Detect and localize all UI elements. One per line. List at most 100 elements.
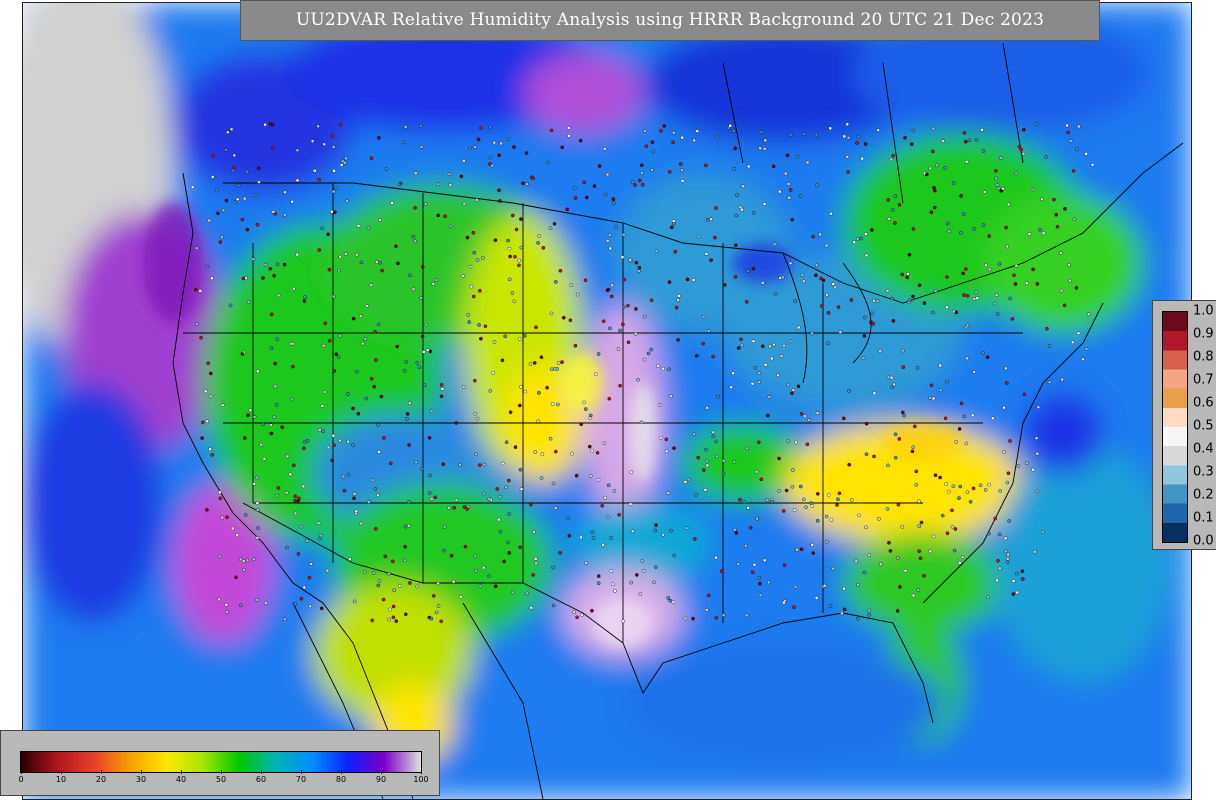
station-marker bbox=[523, 389, 527, 394]
station-marker bbox=[777, 488, 781, 493]
station-marker bbox=[431, 282, 436, 286]
station-marker bbox=[746, 164, 751, 169]
station-marker bbox=[1084, 347, 1089, 351]
station-marker bbox=[994, 293, 999, 297]
station-marker bbox=[317, 177, 322, 182]
observation-colorbar-tick-label: 1.0 bbox=[1193, 303, 1214, 319]
station-marker bbox=[640, 163, 644, 168]
station-marker bbox=[626, 340, 631, 345]
station-marker bbox=[957, 427, 962, 431]
station-marker bbox=[633, 331, 638, 336]
station-marker bbox=[879, 562, 883, 567]
station-marker bbox=[831, 566, 835, 571]
station-marker bbox=[406, 500, 411, 504]
station-marker bbox=[423, 202, 428, 206]
station-marker bbox=[208, 394, 213, 399]
station-marker bbox=[945, 275, 949, 279]
station-marker bbox=[517, 263, 521, 268]
station-marker bbox=[994, 176, 999, 181]
station-marker bbox=[840, 611, 844, 616]
station-marker bbox=[634, 260, 639, 265]
station-marker bbox=[696, 234, 701, 239]
station-marker bbox=[928, 166, 933, 171]
station-marker bbox=[514, 227, 519, 232]
station-marker bbox=[692, 432, 697, 437]
station-marker bbox=[788, 132, 793, 137]
station-marker bbox=[751, 339, 756, 344]
station-marker bbox=[449, 554, 454, 558]
station-marker bbox=[961, 271, 966, 276]
station-marker bbox=[1010, 317, 1015, 321]
station-marker bbox=[826, 341, 831, 346]
station-marker bbox=[672, 446, 676, 451]
station-marker bbox=[575, 615, 579, 620]
station-marker bbox=[829, 518, 834, 522]
station-marker bbox=[802, 132, 807, 136]
station-marker bbox=[506, 540, 511, 545]
station-marker bbox=[363, 337, 368, 341]
station-marker bbox=[770, 499, 774, 504]
station-marker bbox=[539, 476, 544, 480]
station-marker bbox=[200, 436, 204, 440]
station-marker bbox=[762, 147, 767, 151]
station-marker bbox=[1013, 282, 1018, 286]
station-marker bbox=[205, 419, 209, 424]
station-marker bbox=[603, 192, 608, 197]
station-marker bbox=[790, 217, 795, 222]
rh-colorbar-tickmark bbox=[261, 770, 262, 774]
station-marker bbox=[691, 616, 695, 621]
station-marker bbox=[334, 186, 338, 191]
station-marker bbox=[1038, 227, 1042, 232]
station-marker bbox=[903, 568, 908, 573]
station-marker bbox=[332, 169, 336, 173]
station-marker bbox=[562, 315, 566, 320]
station-marker bbox=[1063, 206, 1067, 211]
station-marker bbox=[752, 211, 756, 215]
station-marker bbox=[837, 491, 842, 496]
station-marker bbox=[380, 268, 384, 273]
station-marker bbox=[695, 129, 700, 133]
station-marker bbox=[917, 549, 922, 554]
station-marker bbox=[253, 193, 258, 197]
station-marker bbox=[911, 294, 915, 299]
station-marker bbox=[933, 473, 938, 478]
station-marker bbox=[753, 365, 758, 370]
station-marker bbox=[419, 296, 423, 300]
station-marker bbox=[870, 228, 874, 232]
station-marker bbox=[1012, 273, 1016, 278]
station-marker bbox=[644, 144, 649, 148]
station-marker bbox=[1002, 405, 1006, 410]
station-marker bbox=[479, 336, 483, 341]
station-marker bbox=[262, 456, 267, 461]
station-marker bbox=[330, 458, 335, 463]
station-marker bbox=[491, 370, 496, 375]
station-marker bbox=[582, 180, 587, 185]
station-marker bbox=[714, 439, 719, 444]
rh-analysis-map bbox=[22, 2, 1192, 800]
station-marker bbox=[842, 607, 847, 612]
station-marker bbox=[965, 323, 970, 328]
station-marker bbox=[964, 139, 968, 144]
station-marker bbox=[1084, 151, 1088, 156]
station-marker bbox=[971, 486, 976, 491]
station-marker bbox=[621, 322, 625, 327]
station-marker bbox=[462, 201, 467, 206]
station-marker bbox=[510, 590, 515, 595]
station-marker bbox=[695, 353, 699, 358]
station-marker bbox=[981, 223, 986, 227]
station-marker bbox=[822, 583, 827, 588]
station-marker bbox=[891, 207, 895, 212]
station-marker bbox=[243, 512, 248, 517]
station-marker bbox=[740, 207, 744, 212]
station-marker bbox=[650, 168, 654, 172]
station-marker bbox=[572, 610, 576, 614]
station-marker bbox=[959, 401, 964, 406]
station-marker bbox=[536, 241, 540, 245]
station-marker bbox=[751, 266, 756, 271]
station-marker bbox=[928, 396, 932, 400]
station-marker bbox=[993, 516, 998, 521]
station-marker bbox=[448, 224, 453, 229]
station-marker bbox=[741, 184, 745, 189]
station-marker bbox=[719, 569, 724, 574]
station-marker bbox=[240, 217, 245, 222]
